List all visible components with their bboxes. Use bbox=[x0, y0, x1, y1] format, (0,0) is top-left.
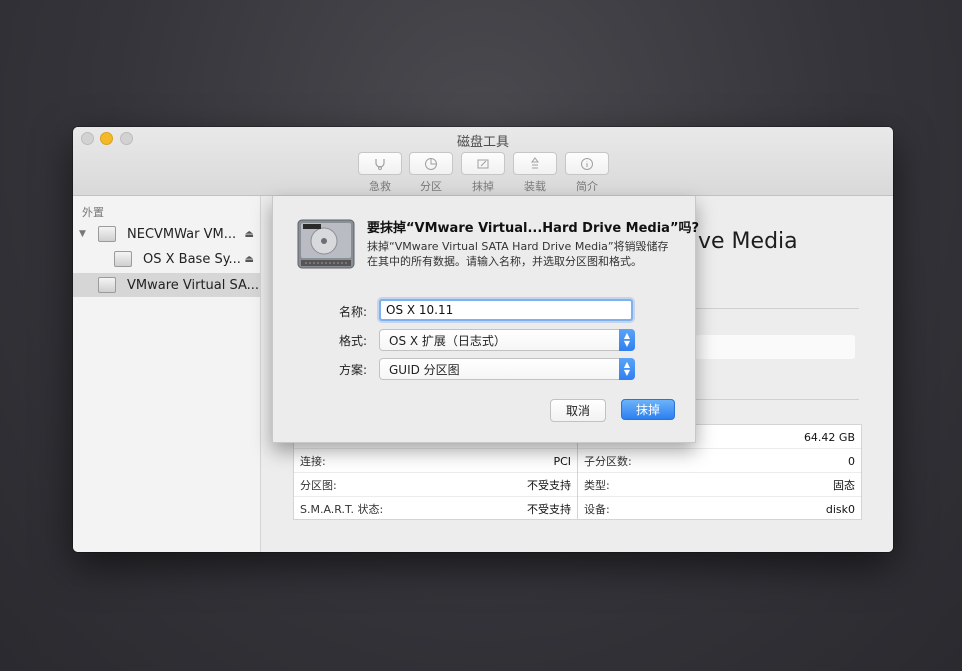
name-field[interactable] bbox=[379, 299, 633, 321]
info-row-partition-map: 分区图: 不受支持 bbox=[294, 472, 577, 497]
select-stepper-icon: ▲ ▼ bbox=[619, 358, 635, 380]
info-key: 分区图: bbox=[300, 479, 337, 492]
sidebar-item-label: VMware Virtual SA... bbox=[127, 277, 260, 293]
info-row-smart-status: S.M.A.R.T. 状态: 不受支持 bbox=[294, 496, 577, 521]
info-value: disk0 bbox=[825, 502, 855, 516]
select-stepper-icon: ▲ ▼ bbox=[619, 329, 635, 351]
format-label: 格式: bbox=[338, 334, 367, 348]
info-key: S.M.A.R.T. 状态: bbox=[300, 503, 384, 516]
format-select[interactable]: OS X 扩展（日志式） ▲ ▼ bbox=[379, 329, 635, 351]
titlebar: 磁盘工具 急救 分区 抹掉 装载 简介 bbox=[73, 127, 893, 196]
toolbar-info-label: 简介 bbox=[576, 180, 598, 193]
info-row-device: 设备: disk0 bbox=[578, 496, 861, 521]
sidebar-item-vmware-virtual[interactable]: VMware Virtual SA... bbox=[73, 273, 260, 297]
sidebar-item-label: NECVMWar VM... bbox=[127, 226, 237, 242]
disk-icon bbox=[98, 277, 116, 293]
info-row-type: 类型: 固态 bbox=[578, 472, 861, 497]
erase-button[interactable]: 抹掉 bbox=[621, 399, 675, 420]
divider bbox=[695, 399, 859, 400]
disk-title: ve Media bbox=[698, 229, 798, 254]
scheme-select[interactable]: GUID 分区图 ▲ ▼ bbox=[379, 358, 635, 380]
divider bbox=[695, 308, 859, 309]
toolbar-mount-label: 装载 bbox=[524, 180, 546, 193]
dialog-description: 抹掉“VMware Virtual SATA Hard Drive Media”… bbox=[367, 240, 669, 268]
info-row-child-count: 子分区数: 0 bbox=[578, 448, 861, 473]
toolbar-partition[interactable]: 分区 bbox=[409, 152, 453, 194]
info-value: 64.42 GB bbox=[803, 430, 855, 444]
hard-drive-icon bbox=[297, 216, 355, 272]
toolbar-info[interactable]: 简介 bbox=[565, 152, 609, 194]
erase-dialog: 要抹掉“VMware Virtual...Hard Drive Media”吗?… bbox=[272, 196, 700, 443]
sidebar-item-osx-base[interactable]: OS X Base Sy... ⏏ bbox=[73, 247, 260, 271]
toolbar-first-aid[interactable]: 急救 bbox=[358, 152, 402, 194]
toolbar-partition-label: 分区 bbox=[420, 180, 442, 193]
usage-bar bbox=[695, 335, 855, 359]
info-value: 固态 bbox=[833, 479, 855, 492]
info-key: 连接: bbox=[300, 455, 326, 468]
toolbar-erase[interactable]: 抹掉 bbox=[461, 152, 505, 194]
partition-pie-icon bbox=[409, 152, 453, 175]
info-key: 设备: bbox=[584, 503, 610, 516]
mount-icon bbox=[513, 152, 557, 175]
disk-icon bbox=[114, 251, 132, 267]
sidebar-item-necvmwar[interactable]: ▼ NECVMWar VM... ⏏ bbox=[73, 222, 260, 246]
stethoscope-icon bbox=[358, 152, 402, 175]
scheme-select-value: GUID 分区图 bbox=[389, 362, 460, 377]
name-label: 名称: bbox=[338, 305, 367, 319]
window-title: 磁盘工具 bbox=[456, 135, 509, 150]
toolbar-erase-label: 抹掉 bbox=[472, 180, 494, 193]
info-key: 子分区数: bbox=[584, 455, 632, 468]
disclosure-triangle-icon[interactable]: ▼ bbox=[79, 229, 86, 239]
info-value: 0 bbox=[848, 454, 855, 468]
eject-icon[interactable]: ⏏ bbox=[245, 254, 254, 265]
scheme-label: 方案: bbox=[338, 363, 367, 377]
erase-icon bbox=[461, 152, 505, 175]
sidebar: 外置 ▼ NECVMWar VM... ⏏ OS X Base Sy... ⏏ … bbox=[73, 196, 261, 552]
info-value: PCI bbox=[553, 454, 571, 468]
eject-icon[interactable]: ⏏ bbox=[245, 229, 254, 240]
sidebar-section-external: 外置 bbox=[82, 206, 104, 219]
disk-icon bbox=[98, 226, 116, 242]
info-row-connection: 连接: PCI bbox=[294, 448, 577, 473]
info-value: 不受支持 bbox=[527, 479, 571, 492]
toolbar-first-aid-label: 急救 bbox=[369, 180, 391, 193]
sidebar-item-label: OS X Base Sy... bbox=[143, 251, 241, 267]
dialog-title: 要抹掉“VMware Virtual...Hard Drive Media”吗? bbox=[367, 221, 700, 236]
toolbar-mount[interactable]: 装载 bbox=[513, 152, 557, 194]
info-icon bbox=[565, 152, 609, 175]
info-value: 不受支持 bbox=[527, 503, 571, 516]
cancel-button[interactable]: 取消 bbox=[550, 399, 606, 422]
info-key: 类型: bbox=[584, 479, 610, 492]
format-select-value: OS X 扩展（日志式） bbox=[389, 333, 506, 348]
